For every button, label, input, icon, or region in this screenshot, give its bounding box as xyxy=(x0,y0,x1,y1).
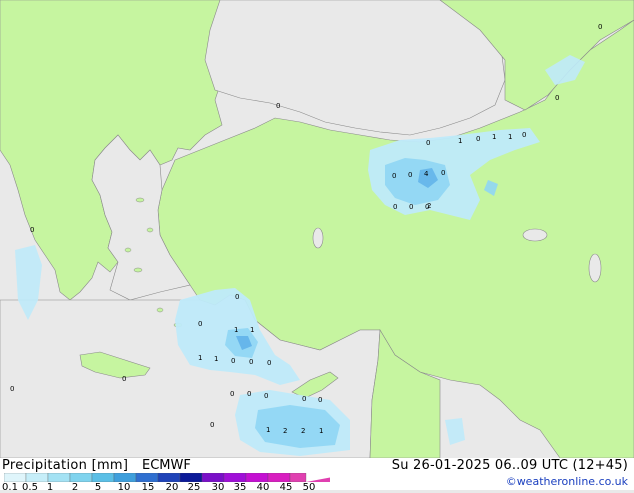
scale-segment xyxy=(267,473,291,482)
scale-segment xyxy=(91,473,115,482)
precip-value-label: 0 xyxy=(392,172,396,180)
precip-value-label: 0 xyxy=(318,396,322,404)
credit-link[interactable]: ©weatheronline.co.uk xyxy=(506,475,628,488)
precip-value-label: 2 xyxy=(427,202,431,210)
precip-value-label: 0 xyxy=(409,203,413,211)
precip-value-label: 1 xyxy=(250,326,254,334)
map-title: Precipitation [mm] xyxy=(2,458,129,473)
scale-segment xyxy=(157,473,181,482)
model-name: ECMWF xyxy=(142,458,191,473)
scale-tick-label: 0.1 xyxy=(2,482,18,493)
precip-value-label: 1 xyxy=(214,355,218,363)
scale-tick-label: 10 xyxy=(117,482,131,493)
scale-arrow xyxy=(306,477,330,482)
lake-tuz xyxy=(312,227,324,249)
scale-tick-label: 1 xyxy=(46,482,54,493)
precip-value-label: 0 xyxy=(30,226,34,234)
map-footer: Precipitation [mm] ECMWF Su 26-01-2025 0… xyxy=(0,458,634,493)
precip-value-label: 0 xyxy=(276,102,280,110)
scale-segment xyxy=(201,473,225,482)
precip-value-label: 0 xyxy=(210,421,214,429)
lake-van xyxy=(522,228,548,242)
precip-value-label: 0 xyxy=(441,169,445,177)
precip-value-label: 0 xyxy=(555,94,559,102)
precip-value-label: 1 xyxy=(508,133,512,141)
precip-value-label: 0 xyxy=(247,390,251,398)
scale-segment xyxy=(245,473,269,482)
scale-segment xyxy=(223,473,247,482)
precip-value-label: 0 xyxy=(264,392,268,400)
precip-value-label: 2 xyxy=(301,427,305,435)
map-canvas: 0 1 0 1 0 1 0 0 4 0 0 0 0 0 2 0 1 1 1 1 … xyxy=(0,0,634,459)
scale-tick-label: 5 xyxy=(94,482,102,493)
precip-value-label: 0 xyxy=(198,320,202,328)
scale-tick-label: 15 xyxy=(141,482,155,493)
precip-value-label: 1 xyxy=(492,133,496,141)
scale-tick-label: 25 xyxy=(187,482,201,493)
scale-segment xyxy=(113,473,137,482)
scale-tick-label: 30 xyxy=(211,482,225,493)
color-scale xyxy=(4,473,330,482)
precip-value-label: 1 xyxy=(198,354,202,362)
scale-segment xyxy=(4,473,27,482)
precip-value-label: 1 xyxy=(319,427,323,435)
scale-segment xyxy=(47,473,71,482)
scale-tick-label: 0.5 xyxy=(22,482,38,493)
precip-value-label: 2 xyxy=(283,427,287,435)
precip-value-label: 0 xyxy=(249,358,253,366)
precip-value-label: 0 xyxy=(598,23,602,31)
precip-value-label: 0 xyxy=(122,375,126,383)
precip-value-label: 1 xyxy=(458,137,462,145)
precipitation-map[interactable]: 0 1 0 1 0 1 0 0 4 0 0 0 0 0 2 0 1 1 1 1 … xyxy=(0,0,634,459)
scale-tick-label: 35 xyxy=(233,482,247,493)
valid-time: Su 26-01-2025 06..09 UTC (12+45) xyxy=(391,458,628,473)
scale-tick-label: 50 xyxy=(302,482,316,493)
precip-value-label: 0 xyxy=(302,395,306,403)
precip-value-label: 1 xyxy=(266,426,270,434)
precip-value-label: 0 xyxy=(426,139,430,147)
scale-tick-label: 20 xyxy=(165,482,179,493)
precip-value-label: 0 xyxy=(231,357,235,365)
scale-segment xyxy=(25,473,49,482)
precip-value-label: 0 xyxy=(267,359,271,367)
precip-value-label: 0 xyxy=(235,293,239,301)
precip-value-label: 0 xyxy=(408,171,412,179)
scale-tick-label: 40 xyxy=(256,482,270,493)
precip-value-label: 0 xyxy=(10,385,14,393)
scale-segment xyxy=(69,473,93,482)
scale-tick-label: 45 xyxy=(279,482,293,493)
scale-segment xyxy=(135,473,159,482)
scale-segment xyxy=(289,473,307,482)
precip-value-label: 0 xyxy=(476,135,480,143)
scale-tick-label: 2 xyxy=(71,482,79,493)
precip-value-label: 0 xyxy=(393,203,397,211)
precip-value-label: 0 xyxy=(522,131,526,139)
scale-segment xyxy=(179,473,203,482)
precip-value-label: 1 xyxy=(234,326,238,334)
lake-urmia xyxy=(588,253,602,283)
precip-value-label: 4 xyxy=(424,170,429,178)
precip-value-label: 0 xyxy=(230,390,234,398)
